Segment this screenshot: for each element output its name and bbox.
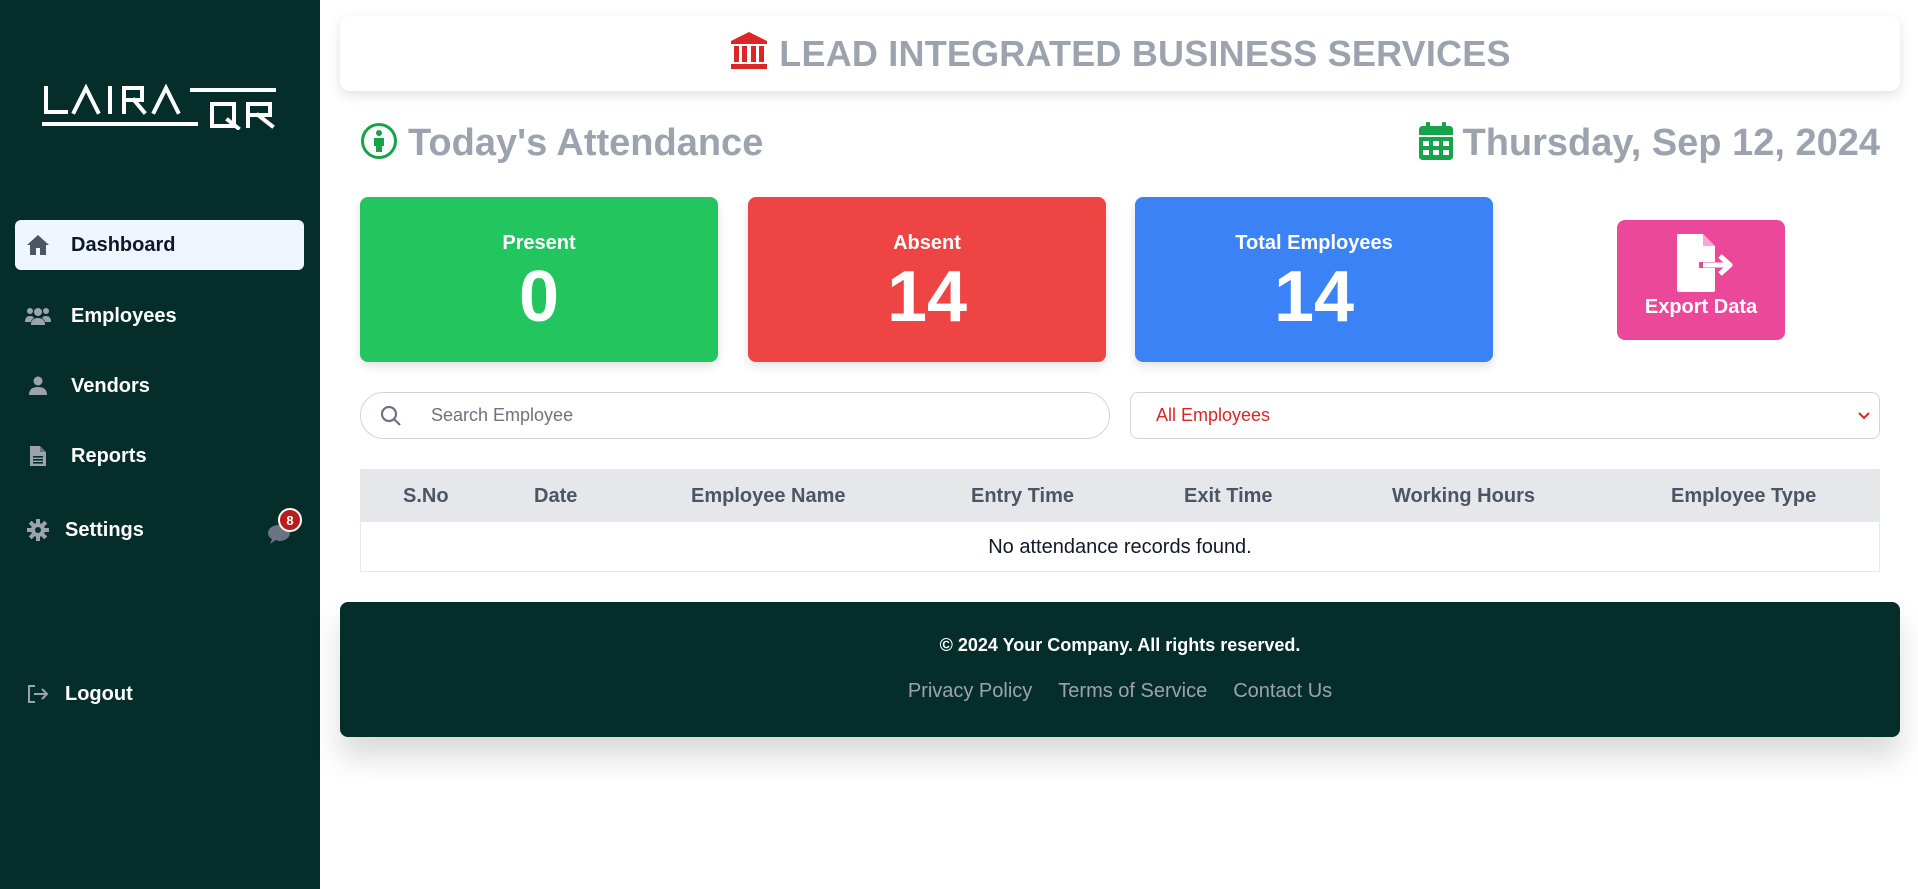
company-name: LEAD INTEGRATED BUSINESS SERVICES	[779, 32, 1511, 74]
column-header-date: Date	[534, 485, 578, 507]
column-header-sno: S.No	[403, 485, 449, 507]
terms-of-service-link[interactable]: Terms of Service	[1058, 680, 1207, 703]
brand-logo[interactable]	[42, 83, 278, 131]
column-header-employee-name: Employee Name	[691, 485, 846, 507]
privacy-policy-link[interactable]: Privacy Policy	[908, 680, 1032, 703]
attendance-table: S.No Date Employee Name Entry Time Exit …	[360, 469, 1880, 572]
sidebar-item-dashboard[interactable]: Dashboard	[15, 220, 304, 270]
contact-us-link[interactable]: Contact Us	[1233, 680, 1332, 703]
notification-count-badge: 8	[278, 508, 302, 532]
employee-filter-select[interactable]: All Employees	[1130, 392, 1880, 439]
sidebar-item-label: Settings	[65, 518, 144, 541]
chevron-down-icon	[1857, 411, 1871, 421]
column-header-exit-time: Exit Time	[1184, 485, 1273, 507]
search-icon	[379, 404, 403, 428]
total-employees-count: 14	[1273, 257, 1355, 337]
user-icon	[25, 373, 51, 399]
search-employee-input[interactable]	[431, 405, 1031, 426]
gear-icon	[25, 517, 51, 543]
column-header-entry-time: Entry Time	[971, 485, 1074, 507]
calendar-icon	[1418, 122, 1453, 165]
person-circle-icon	[360, 122, 398, 165]
present-count: 0	[518, 257, 560, 337]
sidebar-item-employees[interactable]: Employees	[15, 291, 304, 341]
copyright-text: © 2024 Your Company. All rights reserved…	[939, 635, 1301, 655]
column-header-employee-type: Employee Type	[1671, 485, 1817, 507]
notifications-button[interactable]: 8	[267, 508, 302, 547]
page-title: Today's Attendance	[408, 122, 764, 164]
export-data-button[interactable]: Export Data	[1617, 220, 1785, 340]
date-text: Thursday, Sep 12, 2024	[1462, 122, 1881, 164]
search-box	[360, 392, 1110, 439]
laira-qr-logo-icon	[42, 83, 276, 131]
users-icon	[25, 303, 51, 329]
column-header-working-hours: Working Hours	[1392, 485, 1535, 507]
absent-count: 14	[886, 257, 968, 337]
sidebar-item-label: Reports	[71, 444, 147, 467]
present-label: Present	[502, 232, 576, 254]
footer: © 2024 Your Company. All rights reserved…	[340, 602, 1900, 737]
home-icon	[25, 232, 51, 258]
attendance-heading: Today's Attendance	[360, 122, 763, 165]
sidebar-item-label: Dashboard	[71, 233, 176, 256]
table-header-row: S.No Date Employee Name Entry Time Exit …	[361, 470, 1879, 522]
total-employees-card: Total Employees 14	[1135, 197, 1493, 362]
file-export-icon	[1617, 232, 1785, 294]
sidebar-item-vendors[interactable]: Vendors	[15, 361, 304, 411]
export-data-label: Export Data	[1644, 296, 1758, 318]
company-header: LEAD INTEGRATED BUSINESS SERVICES	[340, 16, 1900, 91]
current-date: Thursday, Sep 12, 2024	[1418, 122, 1881, 165]
bank-icon	[729, 31, 769, 76]
filter-selected-value: All Employees	[1156, 405, 1271, 425]
present-card: Present 0	[360, 197, 718, 362]
sidebar-item-label: Vendors	[71, 374, 150, 397]
absent-card: Absent 14	[748, 197, 1106, 362]
sidebar: Dashboard Employees Vendors Reports Sett…	[0, 0, 320, 889]
total-employees-label: Total Employees	[1235, 232, 1393, 254]
footer-links: Privacy Policy Terms of Service Contact …	[340, 680, 1900, 703]
empty-table-message: No attendance records found.	[988, 535, 1252, 558]
sidebar-item-reports[interactable]: Reports	[15, 431, 304, 481]
logout-icon	[25, 681, 51, 707]
absent-label: Absent	[893, 232, 961, 254]
sidebar-item-label: Employees	[71, 304, 177, 327]
file-icon	[25, 443, 51, 469]
logout-button[interactable]: Logout	[15, 669, 304, 719]
logout-label: Logout	[65, 682, 133, 705]
sidebar-item-settings[interactable]: Settings 8	[15, 505, 304, 555]
